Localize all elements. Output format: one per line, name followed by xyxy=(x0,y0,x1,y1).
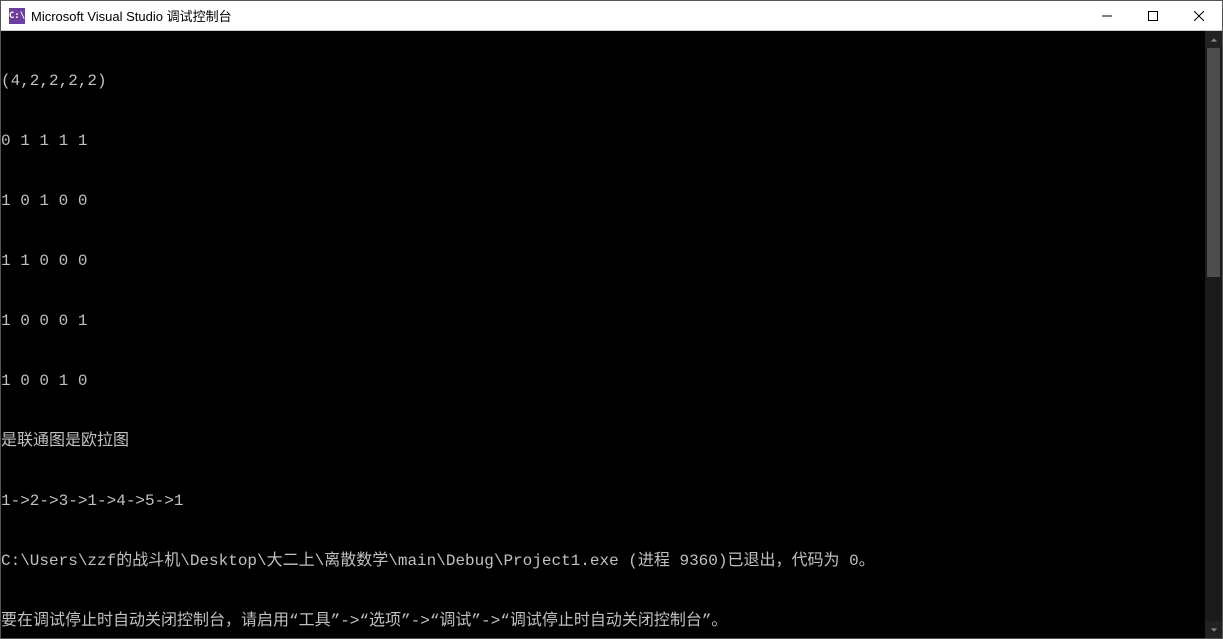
app-icon-text: C:\ xyxy=(9,11,25,21)
chevron-down-icon xyxy=(1210,626,1218,634)
console-line: C:\Users\zzf的战斗机\Desktop\大二上\离散数学\main\D… xyxy=(1,551,1205,571)
console-line: 1 1 0 0 0 xyxy=(1,251,1205,271)
titlebar[interactable]: C:\ Microsoft Visual Studio 调试控制台 xyxy=(1,1,1222,31)
console-line: 1 0 0 1 0 xyxy=(1,371,1205,391)
scrollbar-thumb[interactable] xyxy=(1207,48,1220,277)
scrollbar-up-button[interactable] xyxy=(1205,31,1222,48)
maximize-icon xyxy=(1148,11,1158,21)
scrollbar-down-button[interactable] xyxy=(1205,621,1222,638)
console-line: 1 0 0 0 1 xyxy=(1,311,1205,331)
close-button[interactable] xyxy=(1176,1,1222,30)
console-line: 1 0 1 0 0 xyxy=(1,191,1205,211)
console-area: (4,2,2,2,2) 0 1 1 1 1 1 0 1 0 0 1 1 0 0 … xyxy=(1,31,1222,638)
console-line: (4,2,2,2,2) xyxy=(1,71,1205,91)
minimize-button[interactable] xyxy=(1084,1,1130,30)
console-line: 0 1 1 1 1 xyxy=(1,131,1205,151)
console-line: 是联通图是欧拉图 xyxy=(1,431,1205,451)
window-title: Microsoft Visual Studio 调试控制台 xyxy=(31,6,1084,25)
scrollbar-track[interactable] xyxy=(1205,48,1222,621)
minimize-icon xyxy=(1102,11,1112,21)
chevron-up-icon xyxy=(1210,36,1218,44)
console-output[interactable]: (4,2,2,2,2) 0 1 1 1 1 1 0 1 0 0 1 1 0 0 … xyxy=(1,31,1205,638)
close-icon xyxy=(1194,11,1204,21)
window-controls xyxy=(1084,1,1222,30)
vertical-scrollbar[interactable] xyxy=(1205,31,1222,638)
console-line: 要在调试停止时自动关闭控制台，请启用“工具”->“选项”->“调试”->“调试停… xyxy=(1,611,1205,631)
console-line: 1->2->3->1->4->5->1 xyxy=(1,491,1205,511)
maximize-button[interactable] xyxy=(1130,1,1176,30)
app-icon: C:\ xyxy=(9,8,25,24)
console-window: C:\ Microsoft Visual Studio 调试控制台 (4,2,2… xyxy=(0,0,1223,639)
